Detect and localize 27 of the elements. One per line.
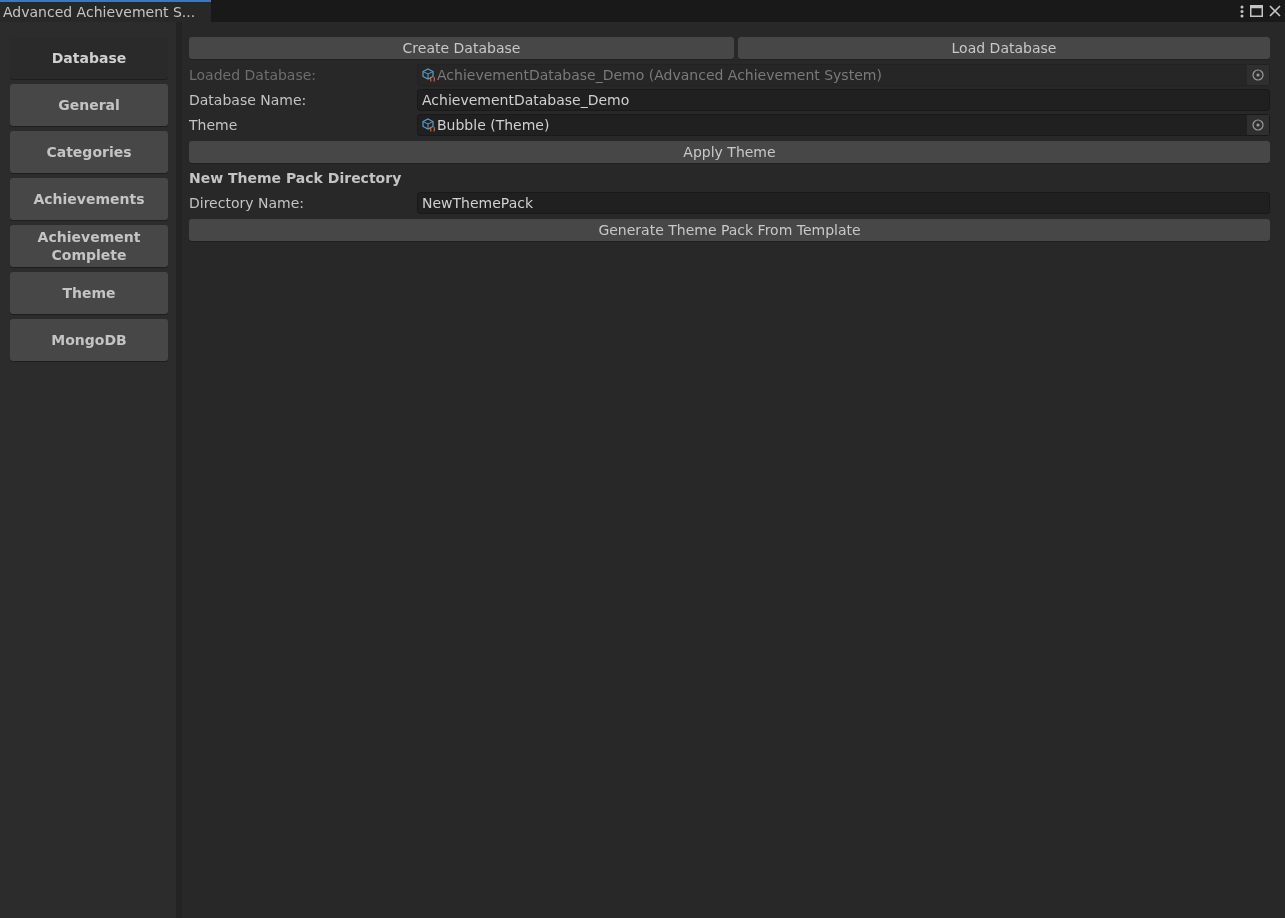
object-picker-icon <box>1247 65 1269 85</box>
close-icon[interactable] <box>1269 5 1281 17</box>
field-label: Loaded Database: <box>189 65 318 85</box>
sidebar-tab[interactable]: Achievements <box>10 178 168 220</box>
maximize-icon[interactable] <box>1250 5 1263 17</box>
sidebar-tab[interactable]: Categories <box>10 131 168 173</box>
input-field[interactable]: NewThemePack <box>417 192 1270 214</box>
sidebar-tab[interactable]: General <box>10 84 168 126</box>
section-heading: New Theme Pack Directory <box>189 169 403 188</box>
object-field: AchievementDatabase_Demo (Advanced Achievement System) <box>417 64 1270 86</box>
sidebar-tab[interactable]: MongoDB <box>10 319 168 361</box>
toolbar-button[interactable]: Load Database <box>737 37 1270 59</box>
object-picker-icon[interactable] <box>1247 115 1269 135</box>
sidebar-tab[interactable]: Achievement Complete <box>10 225 168 267</box>
action-button[interactable]: Generate Theme Pack From Template <box>189 219 1270 241</box>
input-field[interactable]: AchievementDatabase_Demo <box>417 89 1270 111</box>
field-label: Database Name: <box>189 90 308 110</box>
toolbar-button[interactable]: Create Database <box>189 37 734 59</box>
object-field[interactable]: Bubble (Theme) <box>417 114 1270 136</box>
asset-icon <box>422 118 436 132</box>
window-title[interactable]: Advanced Achievement S... <box>0 0 212 22</box>
field-label: Directory Name: <box>189 193 305 213</box>
sidebar-tab[interactable]: Theme <box>10 272 168 314</box>
asset-icon <box>422 68 436 82</box>
more-options-icon[interactable] <box>1240 4 1244 18</box>
field-label: Theme <box>189 115 239 135</box>
action-button[interactable]: Apply Theme <box>189 141 1270 163</box>
